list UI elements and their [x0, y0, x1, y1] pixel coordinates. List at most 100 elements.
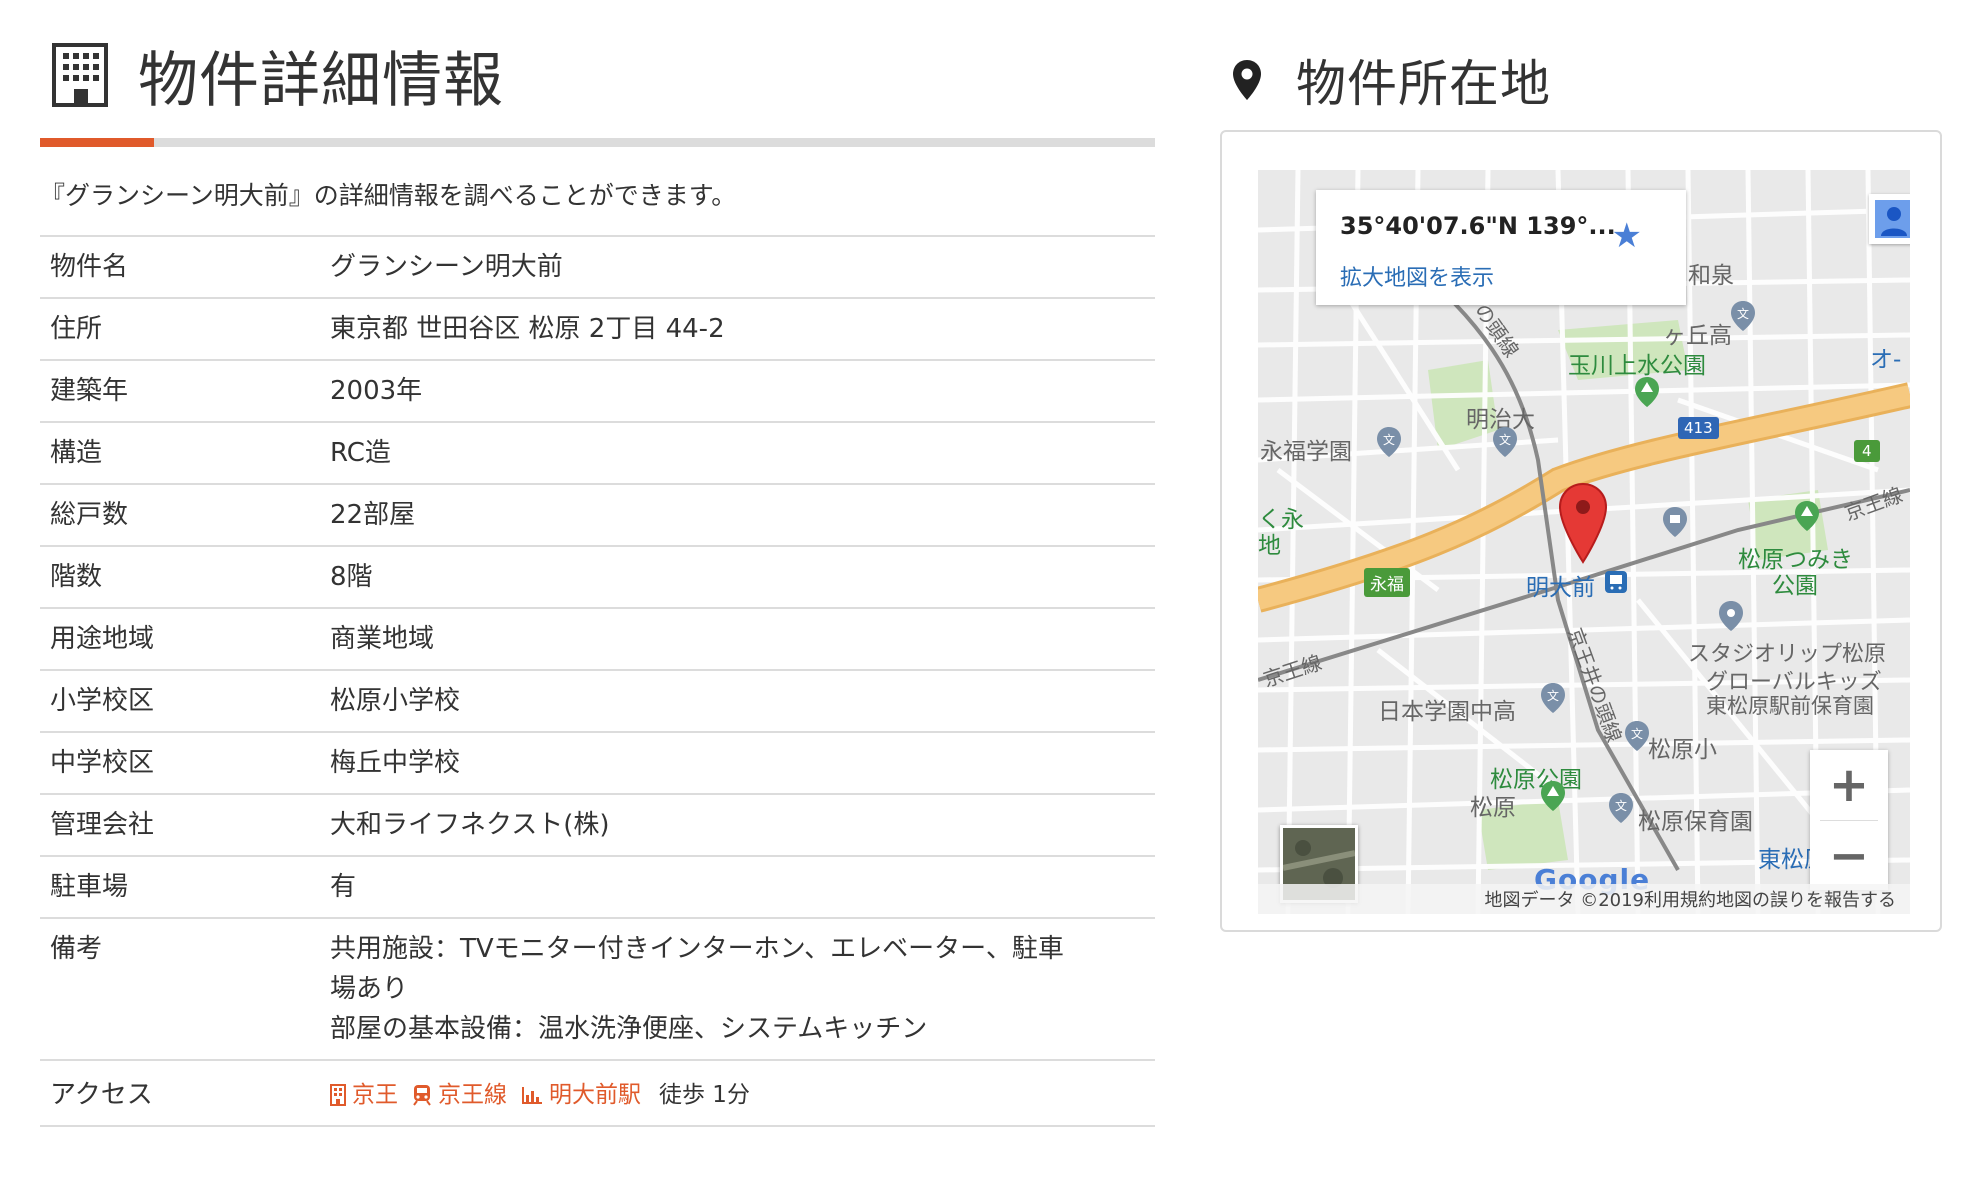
- row-value: 大和ライフネクスト(株): [320, 794, 1155, 857]
- row-label: 管理会社: [40, 794, 320, 857]
- school-icon: 文: [1377, 427, 1401, 457]
- row-label: 構造: [40, 422, 320, 485]
- table-row: 中学校区 梅丘中学校: [40, 732, 1155, 795]
- map-label-eifuku-gakuen: 永福学園: [1260, 439, 1352, 465]
- map-pin-icon: [1233, 60, 1261, 100]
- access-line-link[interactable]: 京王線: [412, 1075, 507, 1115]
- access-station-link[interactable]: 明大前駅: [521, 1075, 641, 1115]
- row-value: 22部屋: [320, 484, 1155, 547]
- company-building-icon: [330, 1084, 346, 1106]
- row-value: 松原小学校: [320, 670, 1155, 733]
- property-detail-section: 物件詳細情報 『グランシーン明大前』の詳細情報を調べることができます。 物件名グ…: [40, 30, 1155, 1127]
- svg-text:文: 文: [1737, 306, 1749, 321]
- row-value: RC造: [320, 422, 1155, 485]
- row-label: 駐車場: [40, 856, 320, 919]
- shop-icon: [1663, 507, 1687, 537]
- table-row: 総戸数 22部屋: [40, 484, 1155, 547]
- row-label: 住所: [40, 298, 320, 361]
- title-underline: [40, 138, 1155, 147]
- access-company: 京王: [352, 1082, 398, 1108]
- map-label-tamagawa-park: 玉川上水公園: [1568, 353, 1706, 379]
- map-frame: 413 4 永福 和泉 ヶ丘高 オ- の頭線 玉川上水公園 明治大 永福学園 京…: [1220, 130, 1942, 932]
- location-header: 物件所在地: [1220, 40, 1938, 120]
- map-label-tsumiki-2: 公園: [1772, 573, 1818, 599]
- property-marker-icon[interactable]: [1558, 482, 1608, 564]
- save-star-icon[interactable]: ★: [1612, 216, 1642, 256]
- map-label-matsubara-sho: 松原小: [1648, 737, 1717, 763]
- row-value: 2003年: [320, 360, 1155, 423]
- bar-chart-icon: [522, 1087, 542, 1104]
- map-info-card: 35°40'07.6"N 139°... 拡大地図を表示 ★: [1316, 190, 1686, 305]
- map-coordinates: 35°40'07.6"N 139°...: [1340, 212, 1616, 240]
- place-pin-icon: [1719, 601, 1743, 631]
- map-label-matsubara: 松原: [1470, 795, 1516, 821]
- map-label-meidaimae: 明大前: [1526, 575, 1595, 601]
- row-label: 用途地域: [40, 608, 320, 671]
- table-row-access: アクセス 京王 京王線 明大前駅 徒歩 1分: [40, 1060, 1155, 1127]
- map-data-credit: 地図データ ©2019: [1484, 890, 1644, 911]
- terms-link[interactable]: 利用規約: [1644, 886, 1716, 912]
- remarks-line: 場あり: [330, 974, 409, 1004]
- row-value: グランシーン明大前: [320, 236, 1155, 299]
- detail-table: 物件名 グランシーン明大前 住所 東京都 世田谷区 松原 2丁目 44-2 建築年 2…: [40, 235, 1155, 1127]
- row-label: 小学校区: [40, 670, 320, 733]
- row-value: 東京都 世田谷区 松原 2丁目 44-2: [320, 298, 1155, 361]
- table-row: 階数 8階: [40, 546, 1155, 609]
- street-view-pegman[interactable]: [1869, 194, 1910, 244]
- map-label-matsubara-hoiku: 松原保育園: [1638, 809, 1753, 835]
- row-label: 建築年: [40, 360, 320, 423]
- svg-text:文: 文: [1547, 688, 1559, 703]
- title-underline-accent: [40, 138, 154, 147]
- zoom-in-button[interactable]: +: [1810, 750, 1888, 820]
- access-company-link[interactable]: 京王: [330, 1075, 398, 1115]
- table-row: 管理会社 大和ライフネクスト(株): [40, 794, 1155, 857]
- school-icon: 文: [1609, 793, 1633, 823]
- table-row: 物件名 グランシーン明大前: [40, 236, 1155, 299]
- row-label: 総戸数: [40, 484, 320, 547]
- table-row-remarks: 備考 共用施設：TVモニター付きインターホン、エレベーター、駐車 場あり 部屋の…: [40, 918, 1155, 1061]
- building-icon: [52, 43, 108, 107]
- table-row: 住所 東京都 世田谷区 松原 2丁目 44-2: [40, 298, 1155, 361]
- map-attribution: 地図データ ©2019 利用規約 地図の誤りを報告する: [1258, 884, 1910, 914]
- svg-text:文: 文: [1499, 432, 1511, 447]
- access-walk: 徒歩 1分: [659, 1082, 750, 1108]
- map-label-higashimatsubara-hoiku: 東松原駅前保育園: [1706, 694, 1874, 718]
- row-label: 物件名: [40, 236, 320, 299]
- row-value: 梅丘中学校: [320, 732, 1155, 795]
- access-value: 京王 京王線 明大前駅 徒歩 1分: [320, 1060, 1155, 1127]
- row-value: 有: [320, 856, 1155, 919]
- row-value: 8階: [320, 546, 1155, 609]
- map-label-nihon-gakuen: 日本学園中高: [1378, 699, 1516, 725]
- school-icon: 文: [1493, 427, 1517, 457]
- zoom-out-button[interactable]: −: [1810, 821, 1888, 891]
- access-info: 京王 京王線 明大前駅 徒歩 1分: [330, 1075, 1145, 1115]
- table-row: 構造 RC造: [40, 422, 1155, 485]
- enlarge-map-link[interactable]: 拡大地図を表示: [1340, 260, 1494, 292]
- pegman-icon: [1875, 200, 1910, 238]
- remarks-line: 部屋の基本設備：温水洗浄便座、システムキッチン: [330, 1014, 928, 1044]
- station-icon: [1605, 571, 1627, 593]
- detail-header: 物件詳細情報: [40, 30, 1155, 120]
- school-icon: 文: [1731, 301, 1755, 331]
- detail-title: 物件詳細情報: [138, 45, 504, 116]
- access-line: 京王線: [438, 1082, 507, 1108]
- map-label-o: オ-: [1870, 347, 1902, 373]
- row-label: 備考: [40, 918, 320, 1061]
- park-tree-icon: [1795, 501, 1819, 531]
- detail-description: 『グランシーン明大前』の詳細情報を調べることができます。: [40, 181, 737, 210]
- map-canvas[interactable]: 413 4 永福 和泉 ヶ丘高 オ- の頭線 玉川上水公園 明治大 永福学園 京…: [1258, 170, 1910, 914]
- svg-text:文: 文: [1615, 798, 1627, 813]
- school-icon: 文: [1541, 683, 1565, 713]
- row-value: 商業地域: [320, 608, 1155, 671]
- zoom-controls: + −: [1810, 750, 1888, 890]
- table-row: 建築年 2003年: [40, 360, 1155, 423]
- route-413-shield: 413: [1678, 417, 1719, 439]
- access-station: 明大前駅: [549, 1082, 641, 1108]
- table-row: 用途地域 商業地域: [40, 608, 1155, 671]
- report-error-link[interactable]: 地図の誤りを報告する: [1716, 886, 1896, 912]
- row-label: アクセス: [40, 1060, 320, 1127]
- map-label-izumi: 和泉: [1688, 263, 1734, 289]
- school-icon: 文: [1625, 721, 1649, 751]
- row-label: 中学校区: [40, 732, 320, 795]
- park-tree-icon: [1635, 377, 1659, 407]
